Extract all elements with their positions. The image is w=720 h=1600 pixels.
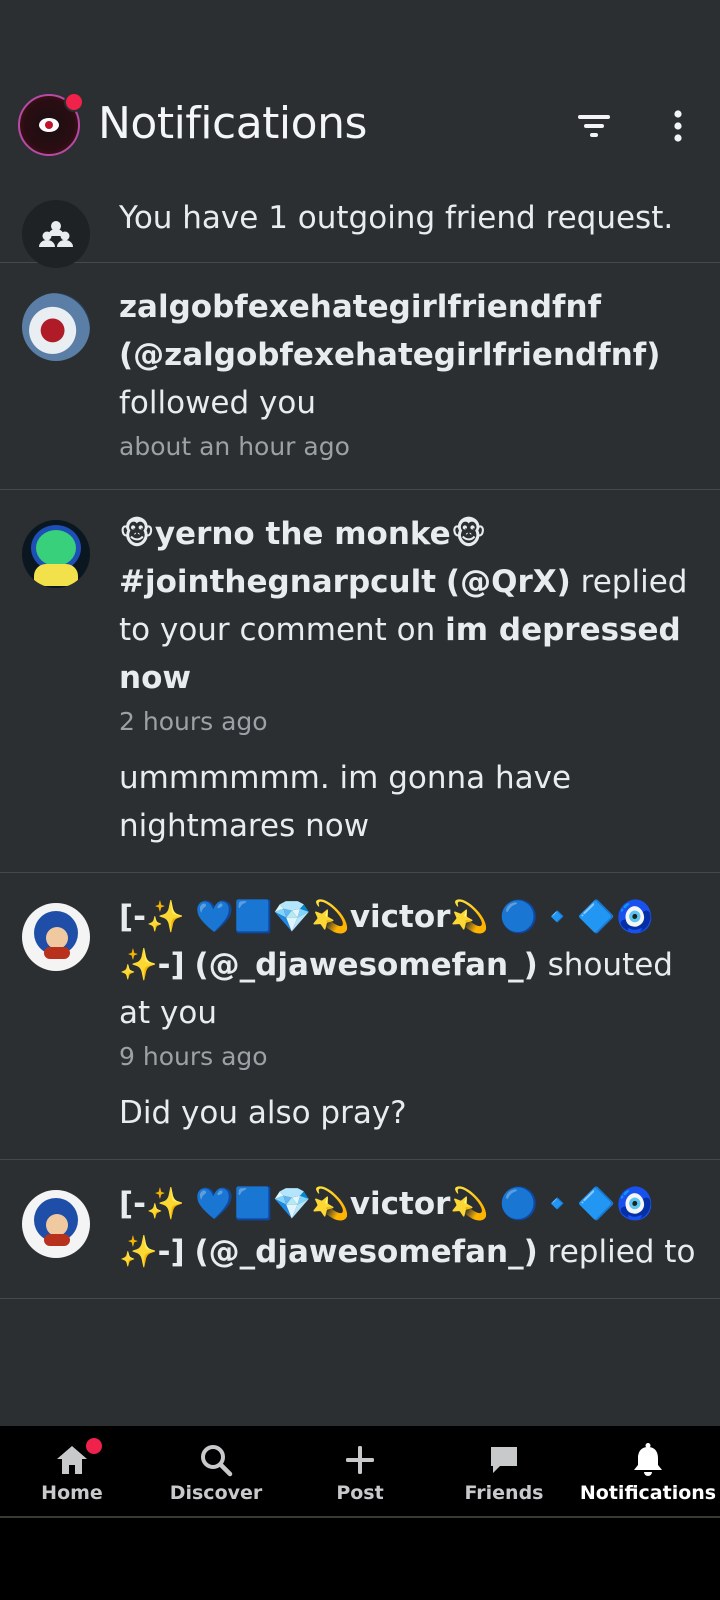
nav-home[interactable]: Home	[0, 1426, 144, 1516]
user-name[interactable]: 🐵yerno the monke🐵 #jointhegnarpcult	[119, 516, 487, 600]
top-bar: Notifications	[0, 80, 720, 176]
plus-icon	[346, 1446, 374, 1474]
bell-icon	[634, 1443, 662, 1476]
nav-friends[interactable]: Friends	[432, 1426, 576, 1516]
user-handle[interactable]: (@_djawesomefan_)	[195, 1234, 538, 1270]
more-options-button[interactable]	[650, 98, 706, 154]
shout-snippet: Did you also pray?	[119, 1095, 407, 1131]
timestamp: about an hour ago	[119, 432, 350, 461]
users-icon	[39, 221, 73, 247]
more-vertical-icon	[674, 110, 682, 142]
profile-avatar-button[interactable]	[18, 92, 84, 156]
page-title: Notifications	[98, 98, 367, 149]
notification-list: You have 1 outgoing friend request. zalg…	[0, 186, 720, 1299]
filter-button[interactable]	[566, 98, 622, 154]
avatar[interactable]	[22, 1190, 90, 1258]
avatar-face	[36, 530, 76, 566]
nav-home-label: Home	[41, 1482, 103, 1504]
user-handle[interactable]: (@QrX)	[446, 564, 571, 600]
filter-icon	[578, 115, 610, 137]
action-text: replied to	[547, 1234, 696, 1270]
nav-friends-label: Friends	[464, 1482, 544, 1504]
avatar-shirt	[34, 564, 78, 586]
user-handle[interactable]: (@zalgobfexehategirlfriendfnf)	[119, 337, 660, 373]
notification-item[interactable]: zalgobfexehategirlfriendfnf (@zalgobfexe…	[0, 263, 720, 490]
avatar[interactable]	[22, 520, 90, 588]
nav-notifications-label: Notifications	[579, 1482, 717, 1504]
friend-request-text: You have 1 outgoing friend request.	[119, 200, 674, 236]
user-handle[interactable]: (@_djawesomefan_)	[195, 947, 538, 983]
user-name[interactable]: zalgobfexehategirlfriendfnf	[119, 289, 601, 325]
home-badge	[84, 1436, 104, 1456]
nav-notifications[interactable]: Notifications	[576, 1426, 720, 1516]
search-icon	[201, 1445, 233, 1477]
comment-snippet: ummmmmm. im gonna have nightmares now	[119, 760, 572, 844]
avatar-scarf	[44, 1234, 70, 1246]
timestamp: 2 hours ago	[119, 707, 268, 736]
avatar-face	[46, 1214, 68, 1236]
nav-discover[interactable]: Discover	[144, 1426, 288, 1516]
avatar[interactable]	[22, 293, 90, 361]
system-bar-area	[0, 1518, 720, 1600]
avatar-face	[46, 927, 68, 949]
nav-discover-label: Discover	[169, 1482, 263, 1504]
notification-badge	[64, 92, 84, 112]
nav-post[interactable]: Post	[288, 1426, 432, 1516]
notification-item[interactable]: 🐵yerno the monke🐵 #jointhegnarpcult (@Qr…	[0, 490, 720, 873]
avatar[interactable]	[22, 903, 90, 971]
timestamp: 9 hours ago	[119, 1042, 268, 1071]
avatar-eye-icon	[39, 118, 59, 132]
action-text: followed you	[119, 385, 316, 421]
friends-icon-circle	[22, 200, 90, 268]
bottom-navigation: Home Discover Post Friends Notifications	[0, 1426, 720, 1518]
app-root: Notifications You have 1 outgoing friend…	[0, 0, 720, 1600]
notification-item[interactable]: [-✨ 💙🟦💎💫victor💫 🔵🔹🔷🧿✨-] (@_djawesomefan_…	[0, 1160, 720, 1299]
nav-post-label: Post	[336, 1482, 384, 1504]
chat-bubble-icon	[491, 1447, 517, 1473]
notification-item[interactable]: [-✨ 💙🟦💎💫victor💫 🔵🔹🔷🧿✨-] (@_djawesomefan_…	[0, 873, 720, 1160]
avatar-scarf	[44, 947, 70, 959]
friend-request-item[interactable]: You have 1 outgoing friend request.	[0, 186, 720, 268]
